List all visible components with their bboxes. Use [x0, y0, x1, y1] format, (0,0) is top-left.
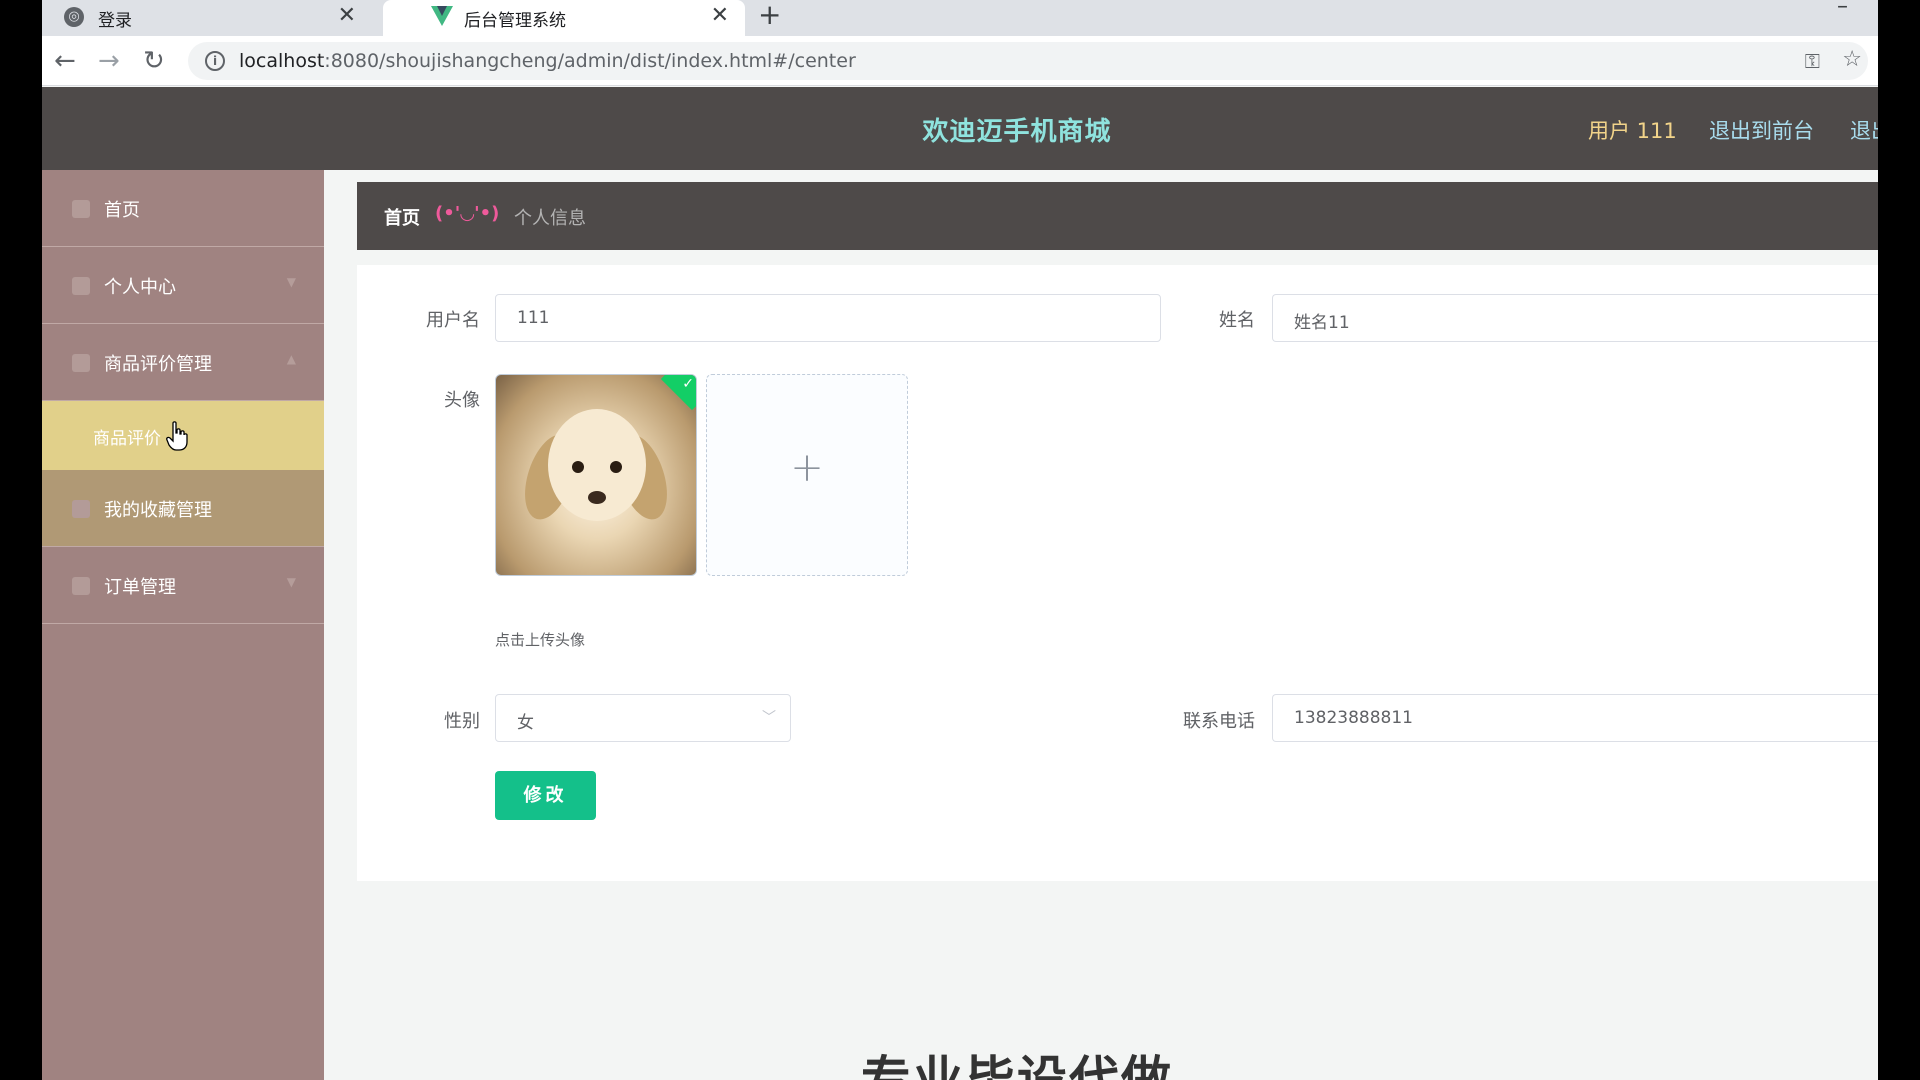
sidebar-item-orders[interactable]: 订单管理 ▼: [42, 547, 324, 624]
browser-tab-bar: ◎ 登录 ✕ 后台管理系统 ✕ + –: [42, 0, 1878, 36]
sidebar-item-label: 个人中心: [104, 277, 176, 298]
forward-arrow-icon[interactable]: →: [98, 46, 120, 76]
new-tab-button[interactable]: +: [758, 0, 781, 31]
current-user-label: 用户 111: [1588, 119, 1677, 143]
puppy-head: [548, 409, 646, 521]
breadcrumb-home[interactable]: 首页: [384, 204, 420, 230]
key-icon[interactable]: ⚿: [1805, 49, 1820, 73]
phone-label: 联系电话: [1183, 711, 1255, 732]
tab-title: 后台管理系统: [464, 11, 566, 31]
username-value: 111: [517, 308, 550, 328]
gender-label: 性别: [444, 711, 480, 732]
avatar-upload-button[interactable]: +: [706, 374, 908, 576]
phone-field[interactable]: 13823888811: [1272, 694, 1878, 742]
footer-banner-text: 专业毕设代做: [861, 1051, 1173, 1080]
order-icon: [72, 577, 90, 595]
puppy-eye: [610, 461, 622, 473]
app-header: 欢迪迈手机商城 用户 111 退出到前台 退出: [42, 87, 1878, 170]
sidebar-item-personal-center[interactable]: 个人中心 ▼: [42, 247, 324, 324]
tab-close-icon[interactable]: ✕: [338, 3, 356, 28]
home-icon: [72, 200, 90, 218]
avatar-label: 头像: [444, 390, 480, 411]
name-value: 姓名11: [1294, 313, 1350, 333]
sidebar-subitem-label: 商品评价: [93, 429, 161, 449]
url-text: localhost:8080/shoujishangcheng/admin/di…: [239, 50, 856, 72]
browser-tab-login[interactable]: ◎ 登录 ✕: [42, 0, 372, 36]
tab-title: 登录: [98, 11, 132, 31]
sidebar-subitem-review[interactable]: 商品评价: [42, 401, 324, 470]
check-icon: ✓: [682, 376, 694, 392]
tab-close-icon[interactable]: ✕: [711, 3, 729, 28]
screen-border: [1878, 0, 1920, 1080]
info-icon[interactable]: i: [205, 51, 225, 71]
profile-form-card: 用户名 111 姓名 姓名11 头像 ✓ + 点击上传头像 性别 女 ﹀ 联系电…: [357, 265, 1878, 881]
chevron-down-icon: ▼: [286, 575, 296, 589]
sidebar-item-label: 我的收藏管理: [104, 500, 212, 521]
star-outline-icon: [72, 500, 90, 518]
breadcrumb: 首页 (•'◡'•) 个人信息: [357, 182, 1878, 250]
folder-icon: [72, 354, 90, 372]
puppy-eye: [572, 461, 584, 473]
name-label: 姓名: [1219, 310, 1255, 331]
gender-select[interactable]: 女 ﹀: [495, 694, 791, 742]
minimize-button[interactable]: –: [1837, 0, 1848, 19]
username-label: 用户名: [426, 310, 480, 331]
user-icon: [72, 277, 90, 295]
url-host: localhost: [239, 50, 325, 72]
sidebar-item-review-management[interactable]: 商品评价管理 ▲: [42, 324, 324, 401]
chevron-down-icon: ﹀: [762, 710, 776, 726]
back-arrow-icon[interactable]: ←: [54, 46, 76, 76]
address-bar[interactable]: i localhost:8080/shoujishangcheng/admin/…: [188, 42, 1868, 80]
globe-icon: ◎: [64, 7, 84, 27]
breadcrumb-separator: (•'◡'•): [435, 203, 500, 224]
sidebar: 首页 个人中心 ▼ 商品评价管理 ▲ 商品评价 我的收藏管理 订单管理 ▼: [42, 170, 324, 1080]
phone-value: 13823888811: [1294, 708, 1413, 728]
star-icon[interactable]: ☆: [1842, 47, 1862, 72]
vue-logo-icon: [431, 6, 453, 26]
sidebar-item-label: 商品评价管理: [104, 354, 212, 375]
logout-link[interactable]: 退出: [1850, 115, 1878, 145]
sidebar-item-label: 首页: [104, 200, 140, 221]
browser-tab-admin[interactable]: 后台管理系统 ✕: [383, 0, 745, 36]
name-field[interactable]: 姓名11: [1272, 294, 1878, 342]
browser-toolbar: ← → ↻ i localhost:8080/shoujishangcheng/…: [42, 36, 1878, 86]
back-to-front-link[interactable]: 退出到前台: [1709, 115, 1814, 145]
chevron-down-icon: ▼: [286, 275, 296, 289]
sidebar-item-home[interactable]: 首页: [42, 170, 324, 247]
url-path: :8080/shoujishangcheng/admin/dist/index.…: [324, 50, 856, 72]
chevron-up-icon: ▲: [286, 352, 296, 366]
app-screen: ◎ 登录 ✕ 后台管理系统 ✕ + – ← → ↻ i localhost:80…: [42, 0, 1878, 1080]
puppy-nose: [588, 491, 606, 504]
hand-cursor-icon: [166, 421, 188, 451]
upload-tip: 点击上传头像: [495, 631, 586, 649]
plus-icon: +: [790, 445, 824, 491]
save-button[interactable]: 修改: [495, 771, 596, 820]
sidebar-item-favorites[interactable]: 我的收藏管理: [42, 470, 324, 547]
reload-icon[interactable]: ↻: [143, 46, 165, 76]
breadcrumb-current: 个人信息: [514, 208, 586, 229]
avatar-image[interactable]: ✓: [495, 374, 697, 576]
gender-value: 女: [517, 713, 534, 733]
sidebar-item-label: 订单管理: [104, 577, 176, 598]
username-field[interactable]: 111: [495, 294, 1161, 342]
